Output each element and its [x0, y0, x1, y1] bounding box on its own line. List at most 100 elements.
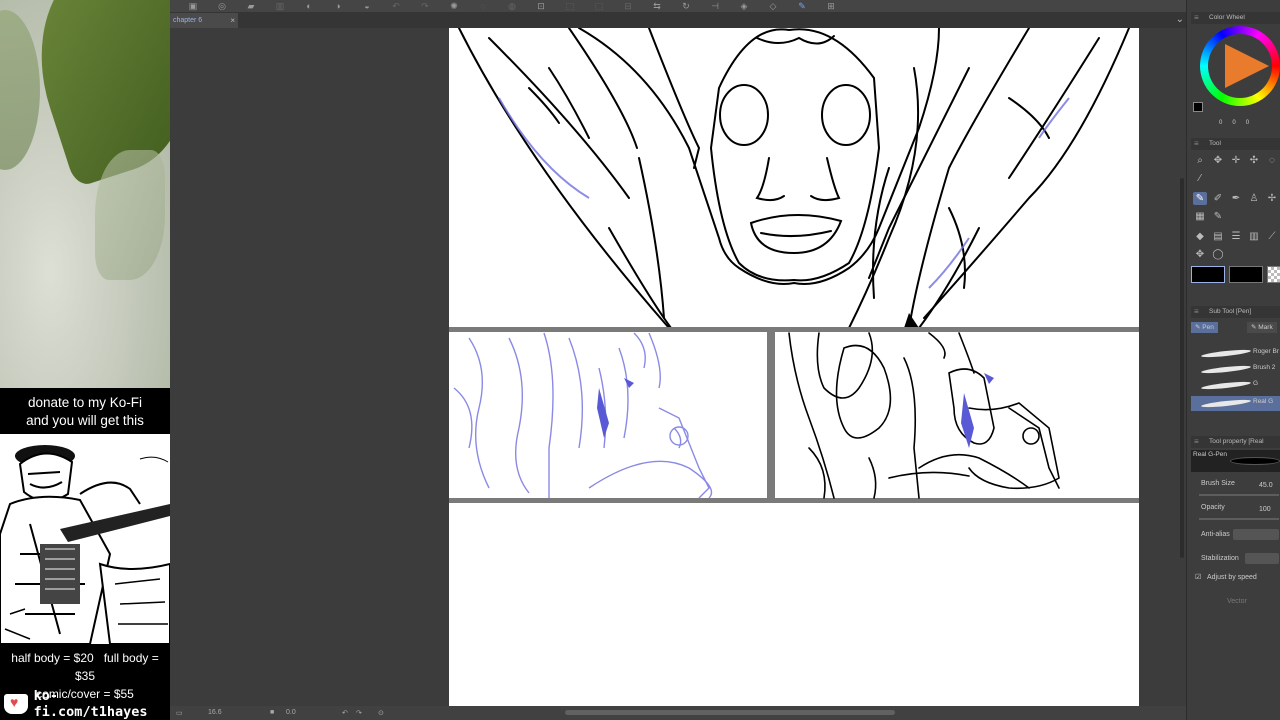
- vector-label: Vector: [1227, 598, 1247, 605]
- tool-panel-title: Tool: [1191, 138, 1280, 150]
- tab-document[interactable]: chapter 6 ×: [170, 13, 238, 28]
- horizontal-scrollbar[interactable]: [565, 710, 895, 715]
- rotate-icon[interactable]: ↻: [680, 1, 692, 11]
- undo-icon[interactable]: ↶: [342, 709, 348, 717]
- brush-item-selected[interactable]: Real G: [1191, 396, 1280, 411]
- lasso-tool-icon[interactable]: ◯: [1211, 248, 1225, 261]
- transform-icon[interactable]: ⊡: [535, 1, 547, 11]
- brush-item[interactable]: Roger Br: [1191, 346, 1280, 361]
- opacity-slider[interactable]: [1199, 518, 1279, 520]
- fill-icon[interactable]: ◍: [506, 1, 518, 11]
- brush-size-slider[interactable]: [1199, 494, 1279, 496]
- ad-line-2: and you will get this: [26, 413, 144, 428]
- opacity-label: Opacity: [1201, 504, 1225, 511]
- zoom-tool-icon[interactable]: ⌕: [1193, 154, 1207, 167]
- ruler-icon[interactable]: ⊣: [709, 1, 721, 11]
- import-icon[interactable]: ◒: [361, 1, 373, 11]
- move-tool-icon[interactable]: ✛: [1229, 154, 1243, 167]
- top-panel-sketch: [498, 97, 1070, 289]
- pen-tool-icon[interactable]: ✎: [1193, 192, 1207, 205]
- redo-icon[interactable]: ↷: [356, 709, 362, 717]
- brush-size-value[interactable]: 45.0: [1259, 482, 1273, 489]
- pen-icon[interactable]: ✎: [796, 1, 808, 11]
- fill-tool-icon[interactable]: ◆: [1193, 230, 1207, 243]
- color-triangle[interactable]: [1225, 44, 1269, 88]
- lasso-icon[interactable]: ◇: [767, 1, 779, 11]
- redo-icon[interactable]: ↷: [419, 1, 431, 11]
- export-icon[interactable]: ◑: [332, 1, 344, 11]
- tab-marker[interactable]: ✎ Mark: [1247, 322, 1277, 333]
- flip-icon[interactable]: ⇆: [651, 1, 663, 11]
- command-bar: ▣ ◎ ▰ ▥ ◐ ◑ ◒ ↶ ↷ ✺ ◌ ◍ ⊡ ⬚ ⬚ ⊟ ⇆ ↻ ⊣ ◈ …: [170, 0, 1186, 12]
- toolprop-panel-title: Tool property [Real: [1191, 436, 1280, 448]
- correct-line-icon[interactable]: ✥: [1193, 248, 1207, 261]
- eyedropper-icon[interactable]: ⁄: [1193, 172, 1207, 185]
- eraser-tool-icon[interactable]: ✎: [1211, 210, 1225, 223]
- color-values: 0 0 0: [1219, 120, 1250, 126]
- screen: donate to my Ko-Fi and you will get this: [0, 0, 1280, 720]
- checkbox-icon[interactable]: ☑: [1195, 573, 1201, 581]
- home-icon[interactable]: ▣: [187, 1, 199, 11]
- zoom-value[interactable]: 16.6: [208, 709, 222, 716]
- ad-line-1: donate to my Ko-Fi: [27, 395, 143, 410]
- save-icon[interactable]: ▥: [274, 1, 286, 11]
- deco-tool-icon[interactable]: ✢: [1265, 192, 1279, 205]
- tab-bar: chapter 6 × ⌄: [170, 12, 1186, 28]
- ad-headline: donate to my Ko-Fi and you will get this: [0, 394, 170, 430]
- new-file-icon[interactable]: ◎: [216, 1, 228, 11]
- vertical-scrollbar[interactable]: [1180, 178, 1184, 558]
- antialias-label: Anti-alias: [1201, 531, 1230, 538]
- cloud-icon[interactable]: ◐: [303, 1, 315, 11]
- select-all-icon[interactable]: ⬚: [564, 1, 576, 11]
- brush-size-label: Brush Size: [1201, 480, 1235, 487]
- middle-left-sketch: [453, 332, 713, 499]
- frame-tool-icon[interactable]: ▦: [1193, 210, 1207, 223]
- price-half: half body = $20: [11, 651, 94, 665]
- operation-tool-icon[interactable]: ✥: [1211, 154, 1225, 167]
- angle-value[interactable]: 0.0: [286, 709, 296, 716]
- brush-preview: Real G-Pen: [1191, 450, 1280, 472]
- airbrush-tool-icon[interactable]: ♙: [1247, 192, 1261, 205]
- layer-icon[interactable]: ◈: [738, 1, 750, 11]
- stabilization-bar[interactable]: [1245, 553, 1279, 564]
- deselect-icon[interactable]: ⬚: [593, 1, 605, 11]
- navigator-icon[interactable]: ▭: [176, 709, 183, 717]
- kofi-url-text: ko-fi.com/t1hayes: [33, 688, 148, 720]
- main-color-box[interactable]: [1191, 266, 1225, 283]
- stream-overlay: donate to my Ko-Fi and you will get this: [0, 0, 170, 720]
- adjust-by-speed-label[interactable]: Adjust by speed: [1207, 574, 1257, 581]
- undo-icon[interactable]: ↶: [390, 1, 402, 11]
- loading-icon[interactable]: ✺: [448, 1, 460, 11]
- canvas-area[interactable]: [170, 28, 1186, 706]
- color-wheel-title: Color Wheel: [1191, 12, 1280, 24]
- brush-item[interactable]: Brush 2: [1191, 362, 1280, 377]
- figure-tool-icon[interactable]: ☰: [1229, 230, 1243, 243]
- open-folder-icon[interactable]: ▰: [245, 1, 257, 11]
- brush-tool-icon[interactable]: ✒: [1229, 192, 1243, 205]
- transparent-color-box[interactable]: [1267, 266, 1280, 283]
- select-tool-icon[interactable]: ◌: [1265, 154, 1279, 167]
- pencil-tool-icon[interactable]: ✐: [1211, 192, 1225, 205]
- chevron-down-icon[interactable]: ⌄: [1176, 12, 1184, 28]
- tab-pen[interactable]: ✎ Pen: [1191, 322, 1218, 333]
- settings-icon[interactable]: ⊞: [825, 1, 837, 11]
- close-icon[interactable]: ×: [230, 13, 235, 28]
- antialias-selector[interactable]: [1233, 529, 1279, 540]
- text-tool-icon[interactable]: ⟋: [1265, 230, 1279, 243]
- plant-leaf: [95, 150, 165, 280]
- comic-page[interactable]: [449, 28, 1139, 706]
- move-layer-icon[interactable]: ✣: [1247, 154, 1261, 167]
- ruler-tool-icon[interactable]: ▥: [1247, 230, 1261, 243]
- gradient-tool-icon[interactable]: ▤: [1211, 230, 1225, 243]
- soldier-illustration: [0, 434, 170, 644]
- brush-item[interactable]: G: [1191, 378, 1280, 393]
- kofi-ad: donate to my Ko-Fi and you will get this: [0, 388, 170, 720]
- main-color-swatch[interactable]: [1193, 102, 1203, 112]
- rotate-icon[interactable]: ■: [270, 709, 274, 716]
- clear-icon[interactable]: ◌: [477, 1, 489, 11]
- crop-icon[interactable]: ⊟: [622, 1, 634, 11]
- reset-icon[interactable]: ⊙: [378, 709, 384, 717]
- middle-right-inks: [788, 332, 1060, 499]
- sub-color-box[interactable]: [1229, 266, 1263, 283]
- opacity-value[interactable]: 100: [1259, 506, 1271, 513]
